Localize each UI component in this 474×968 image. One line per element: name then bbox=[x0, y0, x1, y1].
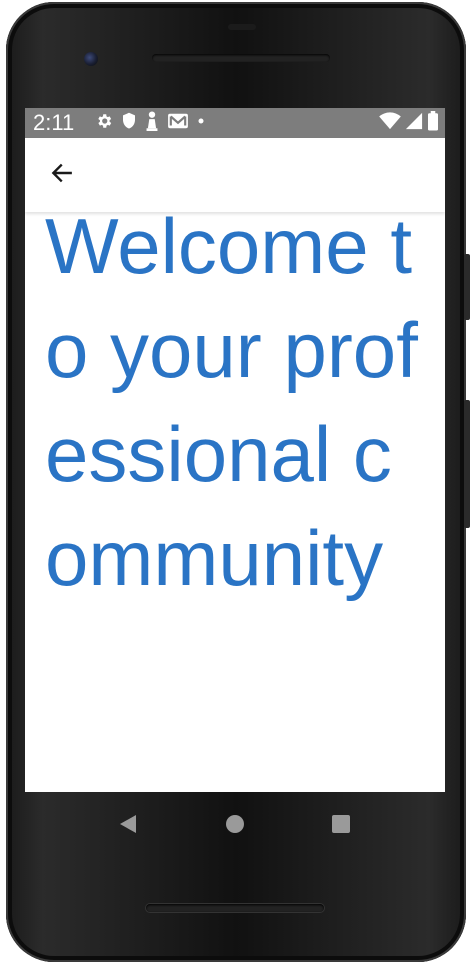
top-sensor bbox=[228, 24, 256, 30]
front-camera-icon bbox=[84, 52, 98, 66]
nav-home-button[interactable] bbox=[219, 810, 251, 842]
nav-back-button[interactable] bbox=[113, 810, 145, 842]
nav-recents-button[interactable] bbox=[325, 810, 357, 842]
wifi-icon bbox=[379, 112, 401, 134]
status-bar: 2:11 bbox=[25, 108, 445, 138]
home-circle-icon bbox=[224, 813, 246, 839]
gmail-icon bbox=[167, 112, 189, 134]
volume-button bbox=[464, 400, 470, 528]
welcome-headline: Welcome to your professional community bbox=[45, 212, 418, 602]
scroll-content[interactable]: Welcome to your professional community bbox=[25, 212, 445, 792]
recents-square-icon bbox=[330, 813, 352, 839]
system-icons bbox=[379, 111, 439, 135]
shield-icon bbox=[121, 112, 137, 134]
earpiece-speaker bbox=[152, 54, 330, 62]
settings-icon bbox=[95, 112, 113, 134]
notification-icons bbox=[95, 111, 205, 135]
power-button bbox=[464, 254, 470, 320]
system-navigation-bar bbox=[25, 792, 445, 860]
bottom-speaker bbox=[146, 904, 324, 912]
status-time: 2:11 bbox=[33, 110, 75, 135]
battery-icon bbox=[427, 111, 439, 135]
cell-signal-icon bbox=[405, 112, 423, 134]
pawn-icon bbox=[145, 111, 159, 135]
app-screen: 2:11 Welcome to your professional commun… bbox=[25, 108, 445, 792]
dot-icon bbox=[197, 112, 205, 134]
arrow-back-icon bbox=[49, 160, 75, 190]
app-bar bbox=[25, 138, 445, 212]
back-triangle-icon bbox=[118, 813, 140, 839]
back-button[interactable] bbox=[45, 158, 79, 192]
